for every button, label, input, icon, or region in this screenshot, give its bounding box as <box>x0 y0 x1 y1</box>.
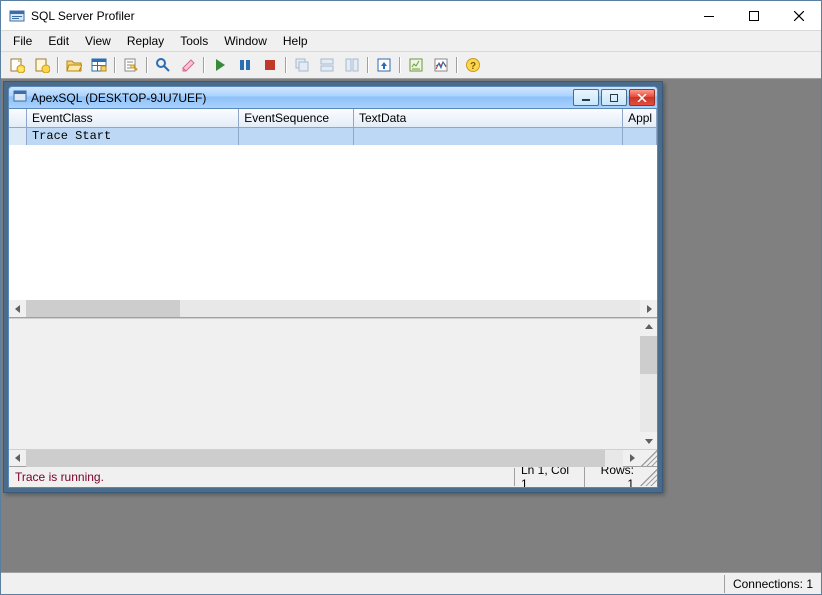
grid-header: EventClass EventSequence TextData Appl <box>9 109 657 128</box>
grid-header-eventsequence[interactable]: EventSequence <box>239 109 354 127</box>
perfmon-button[interactable] <box>429 54 453 76</box>
grid-header-appname[interactable]: Appl <box>623 109 657 127</box>
status-connections: Connections: 1 <box>724 575 821 593</box>
properties-button[interactable] <box>119 54 143 76</box>
grid-header-eventclass[interactable]: EventClass <box>27 109 239 127</box>
grid-header-rowselector[interactable] <box>9 109 27 127</box>
trace-title-bar[interactable]: ApexSQL (DESKTOP-9JU7UEF) <box>8 86 658 109</box>
application-window: SQL Server Profiler File Edit View Repla… <box>0 0 822 595</box>
grid-header-textdata[interactable]: TextData <box>354 109 623 127</box>
help-button[interactable]: ? <box>461 54 485 76</box>
resize-grip-inner[interactable] <box>640 450 657 467</box>
trace-body: EventClass EventSequence TextData Appl T… <box>8 109 658 488</box>
trace-status-text: Trace is running. <box>9 468 515 486</box>
open-file-button[interactable] <box>62 54 86 76</box>
scroll-down-icon[interactable] <box>640 432 657 449</box>
detail-text[interactable] <box>9 319 640 449</box>
maximize-button[interactable] <box>731 1 776 30</box>
window-cascade-button[interactable] <box>290 54 314 76</box>
trace-status-bar: Trace is running. Ln 1, Col 1 Rows: 1 <box>9 466 657 487</box>
scroll-thumb[interactable] <box>640 336 657 375</box>
new-template-button[interactable] <box>30 54 54 76</box>
scroll-track[interactable] <box>640 336 657 432</box>
menu-replay[interactable]: Replay <box>119 32 172 50</box>
detail-pane[interactable] <box>9 318 657 449</box>
scroll-left-icon[interactable] <box>9 300 26 317</box>
cell-eventsequence[interactable] <box>239 128 354 145</box>
minimize-button[interactable] <box>686 1 731 30</box>
close-button[interactable] <box>776 1 821 30</box>
mdi-client: ApexSQL (DESKTOP-9JU7UEF) EventClass Eve… <box>1 79 821 572</box>
svg-text:?: ? <box>470 61 476 72</box>
menu-file[interactable]: File <box>5 32 40 50</box>
menu-view[interactable]: View <box>77 32 119 50</box>
stop-button[interactable] <box>258 54 282 76</box>
app-icon <box>9 8 25 24</box>
scroll-thumb[interactable] <box>26 300 180 317</box>
trace-grid[interactable]: EventClass EventSequence TextData Appl T… <box>9 109 657 318</box>
autoscroll-button[interactable] <box>372 54 396 76</box>
app-title: SQL Server Profiler <box>31 9 135 23</box>
row-selector[interactable] <box>9 128 27 145</box>
scroll-track[interactable] <box>26 450 623 467</box>
menu-help[interactable]: Help <box>275 32 316 50</box>
trace-window[interactable]: ApexSQL (DESKTOP-9JU7UEF) EventClass Eve… <box>3 81 663 493</box>
resize-grip[interactable] <box>640 469 657 486</box>
pause-button[interactable] <box>233 54 257 76</box>
grid-h-scrollbar[interactable] <box>9 300 657 317</box>
table-row[interactable]: Trace Start <box>9 128 657 145</box>
detail-h-scrollbar[interactable] <box>9 449 657 466</box>
child-minimize-button[interactable] <box>573 89 599 106</box>
menu-edit[interactable]: Edit <box>40 32 77 50</box>
cell-eventclass[interactable]: Trace Start <box>27 128 239 145</box>
child-close-button[interactable] <box>629 89 655 106</box>
scroll-left-icon[interactable] <box>9 450 26 467</box>
window-tile-h-button[interactable] <box>315 54 339 76</box>
grid-rows[interactable]: Trace Start <box>9 128 657 300</box>
scroll-track[interactable] <box>26 300 640 317</box>
cell-appname[interactable] <box>623 128 657 145</box>
run-button[interactable] <box>208 54 232 76</box>
trace-title-text: ApexSQL (DESKTOP-9JU7UEF) <box>31 91 206 105</box>
scroll-right-icon[interactable] <box>640 300 657 317</box>
new-trace-button[interactable] <box>5 54 29 76</box>
menu-window[interactable]: Window <box>216 32 275 50</box>
trace-window-icon <box>13 89 27 106</box>
open-table-button[interactable] <box>87 54 111 76</box>
find-button[interactable] <box>151 54 175 76</box>
tool-bar: ? <box>1 52 821 79</box>
title-bar[interactable]: SQL Server Profiler <box>1 1 821 31</box>
window-tile-v-button[interactable] <box>340 54 364 76</box>
status-bar: Connections: 1 <box>1 572 821 594</box>
cell-textdata[interactable] <box>354 128 623 145</box>
scroll-thumb[interactable] <box>26 450 605 467</box>
detail-v-scrollbar[interactable] <box>640 319 657 449</box>
menu-tools[interactable]: Tools <box>172 32 216 50</box>
clear-button[interactable] <box>176 54 200 76</box>
menu-bar: File Edit View Replay Tools Window Help <box>1 31 821 52</box>
tuning-advisor-button[interactable] <box>404 54 428 76</box>
child-maximize-button[interactable] <box>601 89 627 106</box>
scroll-up-icon[interactable] <box>640 319 657 336</box>
